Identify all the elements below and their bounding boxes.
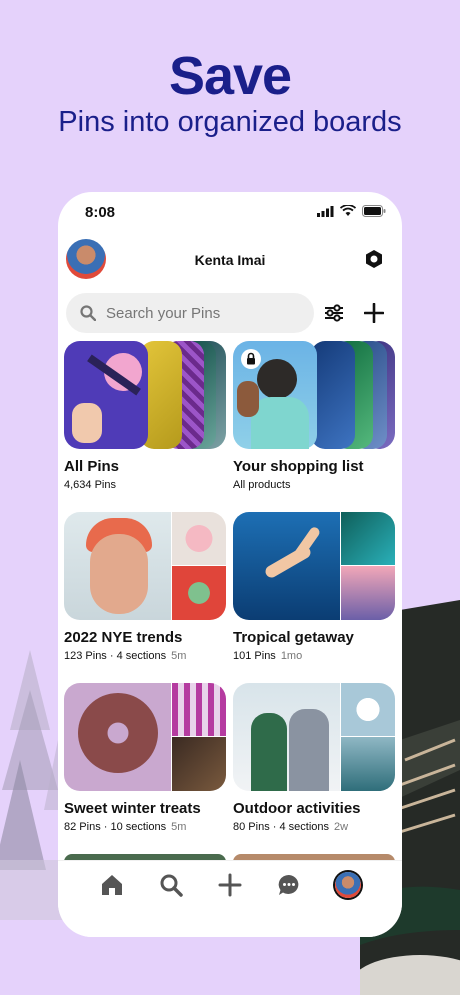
signal-icon: [317, 205, 334, 217]
board-title: Your shopping list: [233, 458, 364, 475]
status-time: 8:08: [85, 204, 116, 221]
board-card-all-pins[interactable]: All Pins 4,634 Pins: [64, 341, 226, 491]
board-title: Sweet winter treats: [64, 800, 201, 817]
board-cover: [233, 341, 395, 449]
board-cover: [64, 341, 226, 449]
wifi-icon: [340, 205, 356, 216]
phone-screen: 8:08 Kenta Imai Search your Pins All Pin…: [58, 192, 402, 937]
messages-icon[interactable]: [277, 873, 301, 897]
board-card-outdoor-activities[interactable]: Outdoor activities 80 Pins · 4 sections 2…: [233, 683, 395, 833]
board-title: 2022 NYE trends: [64, 629, 183, 646]
promo-headline: Save: [168, 46, 292, 106]
promo-subheadline: Pins into organized boards: [58, 106, 402, 138]
profile-name: Kenta Imai: [194, 252, 266, 268]
lock-icon: [247, 352, 255, 365]
lock-badge: [241, 349, 261, 369]
search-bar[interactable]: [66, 293, 314, 333]
board-cover: [64, 512, 226, 620]
board-title: All Pins: [64, 458, 120, 475]
search-icon: [80, 305, 96, 321]
hexagon-gear-icon[interactable]: [364, 249, 384, 269]
board-card-nye-trends[interactable]: 2022 NYE trends 123 Pins · 4 sections 5m: [64, 512, 226, 662]
sliders-icon[interactable]: [324, 303, 344, 323]
profile-icon[interactable]: [335, 872, 361, 898]
board-cover: [233, 683, 395, 791]
board-cover: [64, 683, 226, 791]
search-icon[interactable]: [159, 873, 183, 897]
board-meta: 101 Pins 1mo: [233, 650, 303, 662]
board-title: Outdoor activities: [233, 800, 361, 817]
board-title: Tropical getaway: [233, 629, 354, 646]
board-meta: 82 Pins · 10 sections 5m: [64, 821, 187, 833]
board-meta: 4,634 Pins: [64, 479, 116, 491]
create-icon[interactable]: [218, 873, 242, 897]
board-card-sweet-winter-treats[interactable]: Sweet winter treats 82 Pins · 10 section…: [64, 683, 226, 833]
board-meta: All products: [233, 479, 291, 491]
board-card-shopping-list[interactable]: Your shopping list All products: [233, 341, 395, 491]
status-bar: 8:08: [58, 192, 402, 232]
home-icon[interactable]: [100, 873, 124, 897]
board-meta: 80 Pins · 4 sections 2w: [233, 821, 349, 833]
search-input[interactable]: [104, 303, 298, 323]
bottom-nav: [58, 860, 402, 937]
plus-icon[interactable]: [364, 303, 384, 323]
battery-icon: [362, 205, 386, 217]
board-cover: [233, 512, 395, 620]
board-meta: 123 Pins · 4 sections 5m: [64, 650, 187, 662]
board-card-tropical-getaway[interactable]: Tropical getaway 101 Pins 1mo: [233, 512, 395, 662]
